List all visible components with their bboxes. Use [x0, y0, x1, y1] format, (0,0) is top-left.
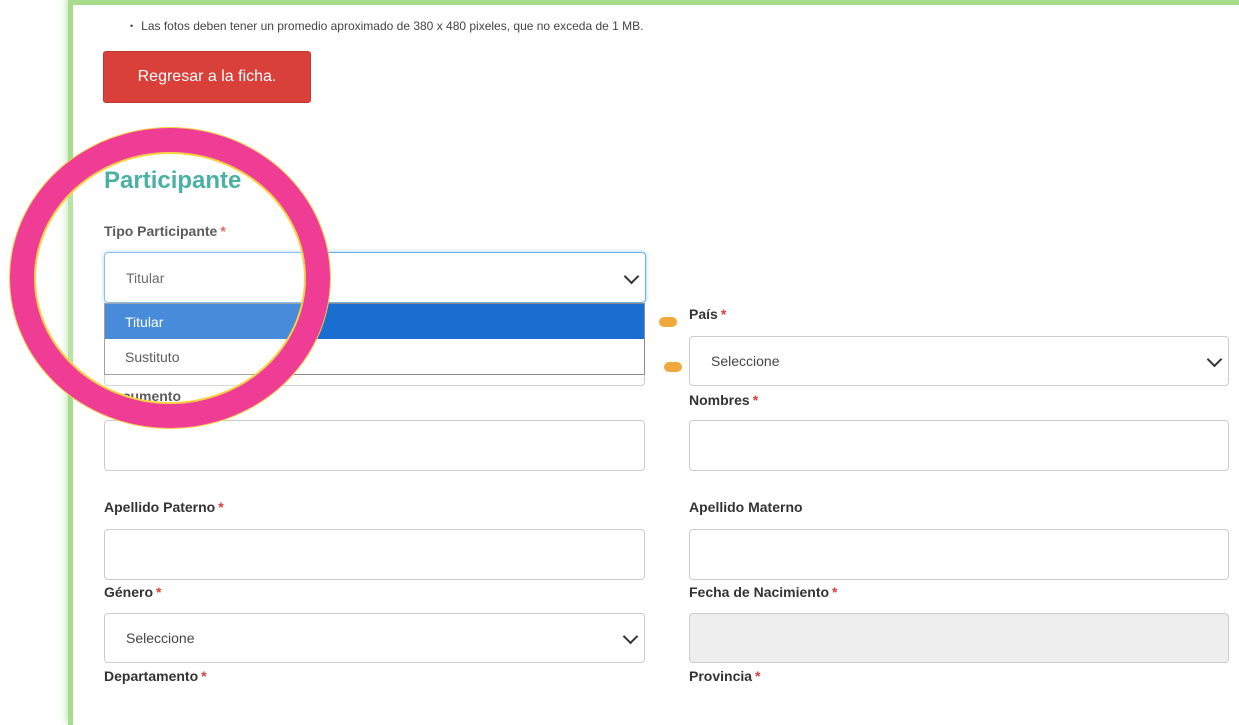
pais-select-marker [664, 362, 682, 372]
required-asterisk: * [218, 499, 224, 515]
pais-marker [659, 317, 677, 327]
required-asterisk: * [752, 392, 759, 408]
nombres-input[interactable] [689, 420, 1229, 471]
nombres-label: Nombres * [689, 392, 758, 408]
tipo-participante-select[interactable]: Titular [104, 252, 646, 303]
tipo-participante-value: Titular [126, 269, 165, 286]
required-asterisk: * [201, 668, 207, 684]
genero-label-text: Género [104, 584, 154, 600]
pais-select[interactable]: Seleccione [689, 336, 1229, 386]
photo-instructions-text: Las fotos deben tener un promedio aproxi… [141, 19, 644, 33]
pais-value: Seleccione [711, 353, 780, 369]
photo-instructions: • Las fotos deben tener un promedio aprox… [130, 19, 644, 33]
provincia-label: Provincia * [689, 668, 760, 684]
apellido-paterno-label: Apellido Paterno * [104, 499, 224, 515]
chevron-down-icon [622, 628, 639, 645]
pais-label-text: País [689, 306, 718, 322]
provincia-label-text: Provincia [689, 668, 753, 684]
genero-select[interactable]: Seleccione [104, 613, 645, 663]
apellido-paterno-label-text: Apellido Paterno [104, 499, 216, 515]
tipo-participante-label-text: Tipo Participante [104, 223, 218, 239]
chevron-down-icon [1206, 351, 1223, 368]
documento-label: Documento [104, 388, 181, 404]
required-asterisk: * [156, 584, 162, 600]
apellido-paterno-input[interactable] [104, 529, 645, 580]
apellido-materno-input[interactable] [689, 529, 1229, 580]
genero-value: Seleccione [126, 630, 195, 646]
departamento-label-text: Departamento [104, 668, 199, 684]
fecha-nacimiento-input [689, 613, 1229, 663]
apellido-materno-label: Apellido Materno [689, 499, 803, 515]
required-asterisk: * [720, 306, 727, 322]
departamento-label: Departamento * [104, 668, 207, 684]
required-asterisk: * [832, 584, 838, 600]
bullet-icon: • [130, 21, 134, 31]
required-asterisk: * [220, 223, 226, 239]
required-asterisk: * [755, 668, 761, 684]
chevron-down-icon [623, 268, 640, 284]
back-to-record-button[interactable]: Regresar a la ficha. [103, 51, 311, 103]
pais-label: País * [689, 306, 726, 322]
section-title: Participante [104, 167, 242, 194]
document-number-input[interactable] [104, 420, 645, 471]
option-titular[interactable]: Titular [105, 304, 644, 339]
fecha-nacimiento-label-text: Fecha de Nacimiento [689, 584, 830, 600]
genero-label: Género * [104, 584, 161, 600]
tipo-participante-label: Tipo Participante * [104, 223, 226, 239]
fecha-nacimiento-label: Fecha de Nacimiento * [689, 584, 838, 600]
option-sustituto[interactable]: Sustituto [105, 339, 644, 374]
tipo-participante-dropdown: Titular Sustituto [104, 303, 645, 375]
nombres-label-text: Nombres [689, 392, 750, 408]
